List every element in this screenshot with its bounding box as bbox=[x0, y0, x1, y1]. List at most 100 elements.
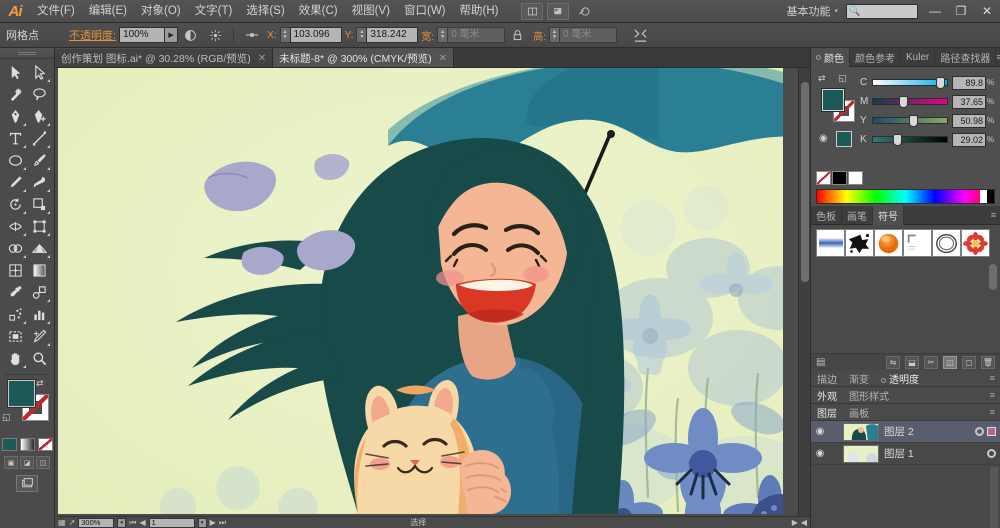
ring-scribble-symbol[interactable] bbox=[932, 229, 961, 257]
layer-row-1[interactable]: ◉ 图层 1 bbox=[811, 443, 1000, 465]
symbol-options-icon[interactable]: ◫ bbox=[943, 355, 957, 369]
swap-fill-stroke-icon[interactable]: ⇄ bbox=[36, 378, 44, 389]
tab-kuler[interactable]: Kuler bbox=[901, 47, 936, 67]
canvas-vertical-scrollbar[interactable] bbox=[798, 68, 810, 516]
tab-pathfinder[interactable]: 路径查找器 bbox=[935, 47, 997, 67]
gradient-mode-button[interactable] bbox=[19, 438, 35, 451]
slider-track-y[interactable] bbox=[872, 115, 948, 127]
tab-transparency[interactable]: 透明度 bbox=[875, 371, 925, 386]
zoom-chevron-down-icon[interactable]: ▾ bbox=[117, 517, 127, 528]
none-mode-button[interactable] bbox=[37, 438, 53, 451]
canvas-scroll-thumb[interactable] bbox=[801, 82, 809, 282]
tab-graphic-styles[interactable]: 图形样式 bbox=[843, 388, 895, 403]
color-active-swatch[interactable] bbox=[836, 131, 852, 147]
ellipse-tool[interactable] bbox=[3, 149, 27, 171]
menu-select[interactable]: 选择(S) bbox=[239, 0, 291, 23]
workspace-switcher-label[interactable]: 基本功能 bbox=[782, 3, 834, 19]
document-tab-2-close-icon[interactable]: ✕ bbox=[439, 53, 447, 64]
tab-gradient[interactable]: 渐变 bbox=[843, 371, 875, 386]
color-default-icon[interactable]: ◱ bbox=[838, 73, 847, 84]
slice-tool[interactable] bbox=[27, 325, 51, 347]
symbol-panel-body[interactable] bbox=[811, 261, 1000, 353]
bridge-icon[interactable] bbox=[521, 2, 544, 20]
slider-track-k[interactable] bbox=[872, 134, 948, 146]
line-segment-tool[interactable] bbox=[27, 127, 51, 149]
menu-view[interactable]: 视图(V) bbox=[345, 0, 397, 23]
corner-frame-symbol[interactable] bbox=[903, 229, 932, 257]
ink-splat-symbol[interactable] bbox=[845, 229, 874, 257]
next-artboard-button[interactable]: ▶ bbox=[210, 518, 216, 527]
h-input[interactable]: 0 毫米 bbox=[558, 27, 617, 43]
opacity-input[interactable]: 100% bbox=[119, 27, 166, 43]
prev-artboard-button[interactable]: ◀ bbox=[139, 518, 145, 527]
slider-knob-m[interactable] bbox=[898, 96, 908, 108]
search-input[interactable]: 🔍 bbox=[846, 3, 918, 19]
artboard-chevron-down-icon[interactable]: ▾ bbox=[197, 517, 207, 528]
pencil-tool[interactable] bbox=[3, 171, 27, 193]
layer-1-target-icon[interactable] bbox=[987, 449, 996, 458]
column-graph-tool[interactable] bbox=[27, 303, 51, 325]
direct-selection-tool[interactable] bbox=[27, 61, 51, 83]
layer-2-visibility-eye-icon[interactable]: ◉ bbox=[811, 426, 829, 437]
align-icon[interactable] bbox=[631, 26, 650, 45]
workspace-chevron-down-icon[interactable]: ▾ bbox=[834, 7, 846, 15]
layers-strip-menu-icon[interactable]: ≡ bbox=[990, 407, 1000, 417]
blend-tool[interactable] bbox=[27, 281, 51, 303]
width-tool[interactable] bbox=[3, 215, 27, 237]
symbol-new-icon[interactable]: ◻ bbox=[962, 355, 976, 369]
document-tab-1-close-icon[interactable]: ✕ bbox=[258, 53, 266, 64]
opacity-label[interactable]: 不透明度: bbox=[69, 27, 116, 43]
rotate-tool[interactable] bbox=[3, 193, 27, 215]
gradient-tool[interactable] bbox=[27, 259, 51, 281]
swatch-white[interactable] bbox=[848, 171, 863, 185]
lock-aspect-ratio-icon[interactable] bbox=[508, 26, 527, 45]
slider-value-y[interactable]: 50.98 bbox=[952, 113, 986, 128]
artboard-number-input[interactable]: 1 bbox=[148, 517, 195, 528]
layer-1-visibility-eye-icon[interactable]: ◉ bbox=[811, 448, 829, 459]
toolbox-drag-handle[interactable] bbox=[0, 48, 54, 59]
close-button[interactable]: ✕ bbox=[974, 0, 1000, 23]
menu-edit[interactable]: 编辑(E) bbox=[82, 0, 134, 23]
free-transform-tool[interactable] bbox=[27, 215, 51, 237]
slider-track-c[interactable] bbox=[872, 77, 948, 89]
slider-knob-y[interactable] bbox=[908, 115, 918, 127]
status-resize-icon[interactable]: ◀ bbox=[801, 518, 807, 527]
symbol-delete-icon[interactable]: 🗑 bbox=[981, 355, 995, 369]
tab-color-guide[interactable]: 颜色参考 bbox=[850, 47, 901, 67]
default-fill-stroke-icon[interactable]: ◱ bbox=[2, 412, 11, 423]
symbol-place-icon[interactable]: ⬓ bbox=[905, 355, 919, 369]
symbol-link-icon[interactable]: ⇋ bbox=[886, 355, 900, 369]
artboard[interactable] bbox=[58, 68, 783, 514]
draw-inside-button[interactable]: ◫ bbox=[36, 456, 50, 469]
menu-object[interactable]: 对象(O) bbox=[134, 0, 188, 23]
color-swap-icon[interactable]: ⇄ bbox=[818, 73, 826, 84]
slider-knob-k[interactable] bbox=[892, 134, 902, 146]
shape-builder-tool[interactable] bbox=[3, 237, 27, 259]
slider-track-m[interactable] bbox=[872, 96, 948, 108]
menu-effect[interactable]: 效果(C) bbox=[292, 0, 345, 23]
h-stepper[interactable]: ▲ ▼ bbox=[548, 27, 559, 43]
slider-value-c[interactable]: 89.8 bbox=[952, 75, 986, 90]
minimize-button[interactable]: — bbox=[922, 0, 948, 23]
y-stepper[interactable]: ▲ ▼ bbox=[356, 27, 367, 43]
tab-stroke[interactable]: 描边 bbox=[811, 371, 843, 386]
type-tool[interactable] bbox=[3, 127, 27, 149]
artboard-tool[interactable] bbox=[3, 325, 27, 347]
tab-artboards[interactable]: 画板 bbox=[843, 405, 875, 420]
swatch-none[interactable] bbox=[816, 171, 831, 185]
menu-file[interactable]: 文件(F) bbox=[30, 0, 82, 23]
layer-1-name[interactable]: 图层 1 bbox=[884, 446, 987, 461]
gradient-bar-symbol[interactable] bbox=[816, 229, 845, 257]
x-input[interactable]: 103.096 bbox=[289, 27, 342, 43]
w-stepper[interactable]: ▲ ▼ bbox=[437, 27, 448, 43]
hand-tool[interactable] bbox=[3, 347, 27, 369]
layer-row-2[interactable]: ◉ 图层 2 bbox=[811, 421, 1000, 443]
color-fill-swatch[interactable] bbox=[821, 88, 845, 112]
layer-2-target-icon[interactable] bbox=[975, 427, 984, 436]
symbol-sprayer-tool[interactable] bbox=[3, 303, 27, 325]
eyedropper-tool[interactable] bbox=[3, 281, 27, 303]
appearance-strip-menu-icon[interactable]: ≡ bbox=[990, 390, 1000, 400]
swatch-black[interactable] bbox=[832, 171, 847, 185]
pen-tool[interactable] bbox=[3, 105, 27, 127]
tab-appearance[interactable]: 外观 bbox=[811, 388, 843, 403]
